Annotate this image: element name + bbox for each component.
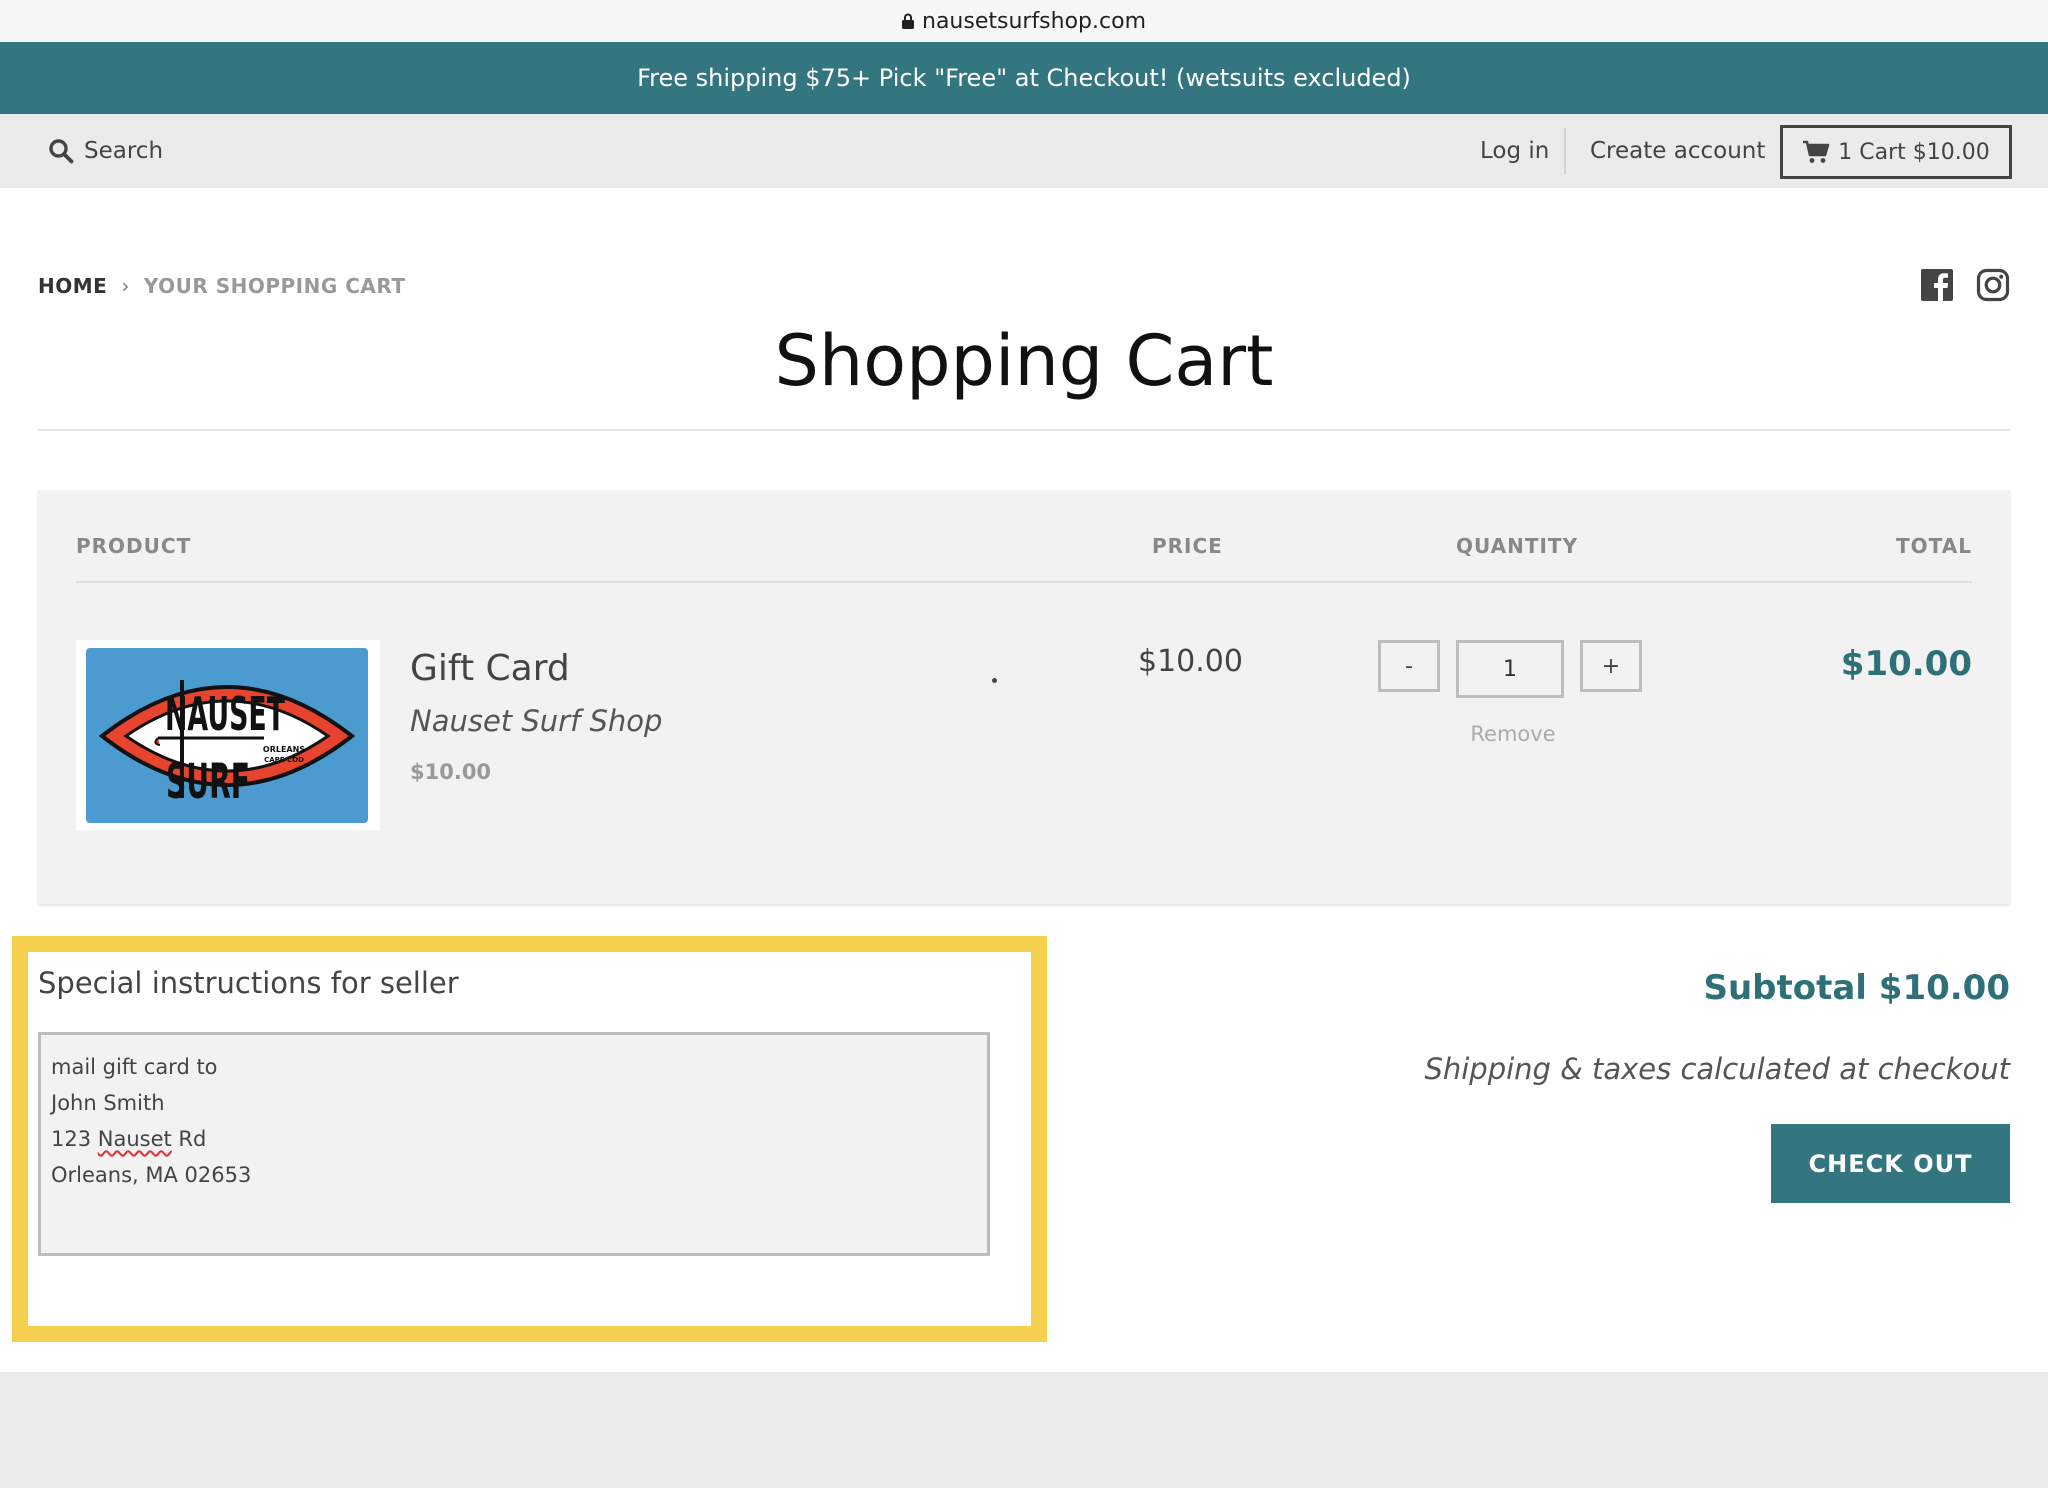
logo-text-small-2: CAPE COD: [264, 756, 304, 764]
column-header-product: PRODUCT: [76, 534, 192, 558]
misspelled-word: Nauset: [97, 1127, 172, 1151]
remove-item-link[interactable]: Remove: [1378, 722, 1648, 746]
product-vendor: Nauset Surf Shop: [410, 704, 663, 738]
column-header-price: PRICE: [1152, 534, 1223, 558]
product-name[interactable]: Gift Card: [410, 648, 570, 689]
cart-button[interactable]: 1 Cart $10.00: [1780, 125, 2012, 179]
table-header-divider: [76, 581, 1972, 583]
breadcrumb: HOME › YOUR SHOPPING CART: [38, 274, 406, 298]
nauset-surf-logo: NAUSET SURF ORLEANS CAPE COD: [98, 680, 356, 810]
search-button[interactable]: Search: [48, 114, 163, 188]
column-header-quantity: QUANTITY: [1456, 534, 1579, 558]
special-instructions-label: Special instructions for seller: [38, 966, 459, 1000]
page-title: Shopping Cart: [774, 320, 1274, 402]
line-item-total: $10.00: [1840, 644, 1972, 684]
breadcrumb-home[interactable]: HOME: [38, 274, 107, 298]
special-instructions-textarea[interactable]: mail gift card to John Smith 123 Nauset Rd…: [38, 1032, 990, 1256]
cart-label: 1 Cart $10.00: [1838, 139, 1990, 165]
separator-dot: [992, 678, 997, 683]
search-icon: [49, 139, 74, 164]
header-divider: [1564, 128, 1566, 174]
search-label: Search: [84, 138, 164, 164]
site-footer: [0, 1372, 2048, 1488]
shipping-note: Shipping & taxes calculated at checkout: [1424, 1052, 2010, 1086]
cart-icon: [1803, 140, 1830, 163]
instructions-line-part: Rd: [171, 1127, 207, 1151]
instagram-icon[interactable]: [1976, 268, 2010, 302]
announcement-text: Free shipping $75+ Pick "Free" at Checko…: [637, 64, 1411, 92]
create-account-link[interactable]: Create account: [1590, 114, 1765, 188]
instructions-line: 123 Nauset Rd: [51, 1121, 977, 1157]
browser-url-bar[interactable]: nausetsurfshop.com: [0, 0, 2048, 42]
gift-card-image: NAUSET SURF ORLEANS CAPE COD: [86, 648, 368, 823]
announcement-bar: Free shipping $75+ Pick "Free" at Checko…: [0, 42, 2048, 114]
product-unit-price: $10.00: [410, 760, 492, 784]
checkout-button[interactable]: CHECK OUT: [1771, 1124, 2010, 1203]
breadcrumb-current: YOUR SHOPPING CART: [143, 274, 406, 298]
column-header-total: TOTAL: [1896, 534, 1972, 558]
cart-table: PRODUCT PRICE QUANTITY TOTAL NAUSET SURF…: [38, 490, 2010, 904]
instructions-line: Orleans, MA 02653: [51, 1163, 252, 1187]
logo-text-bottom: SURF: [166, 754, 250, 810]
facebook-icon[interactable]: [1920, 268, 1954, 302]
quantity-increase-button[interactable]: +: [1580, 640, 1642, 692]
quantity-input[interactable]: [1456, 640, 1564, 698]
instructions-line: John Smith: [51, 1091, 165, 1115]
login-link[interactable]: Log in: [1480, 114, 1549, 188]
logo-text-top: NAUSET: [165, 687, 285, 741]
quantity-decrease-button[interactable]: -: [1378, 640, 1440, 692]
site-header: Search Log in Create account 1 Cart $10.…: [0, 114, 2048, 188]
browser-url: nausetsurfshop.com: [922, 8, 1146, 34]
instructions-line-part: 123: [51, 1127, 98, 1151]
product-price: $10.00: [1138, 644, 1243, 679]
title-divider: [38, 429, 2010, 431]
cart-subtotal: Subtotal $10.00: [1703, 968, 2010, 1008]
lock-icon: [902, 13, 914, 29]
breadcrumb-separator: ›: [121, 274, 130, 298]
instructions-line: mail gift card to: [51, 1055, 218, 1079]
logo-text-small-1: ORLEANS: [263, 745, 305, 754]
product-image[interactable]: NAUSET SURF ORLEANS CAPE COD: [76, 640, 380, 830]
